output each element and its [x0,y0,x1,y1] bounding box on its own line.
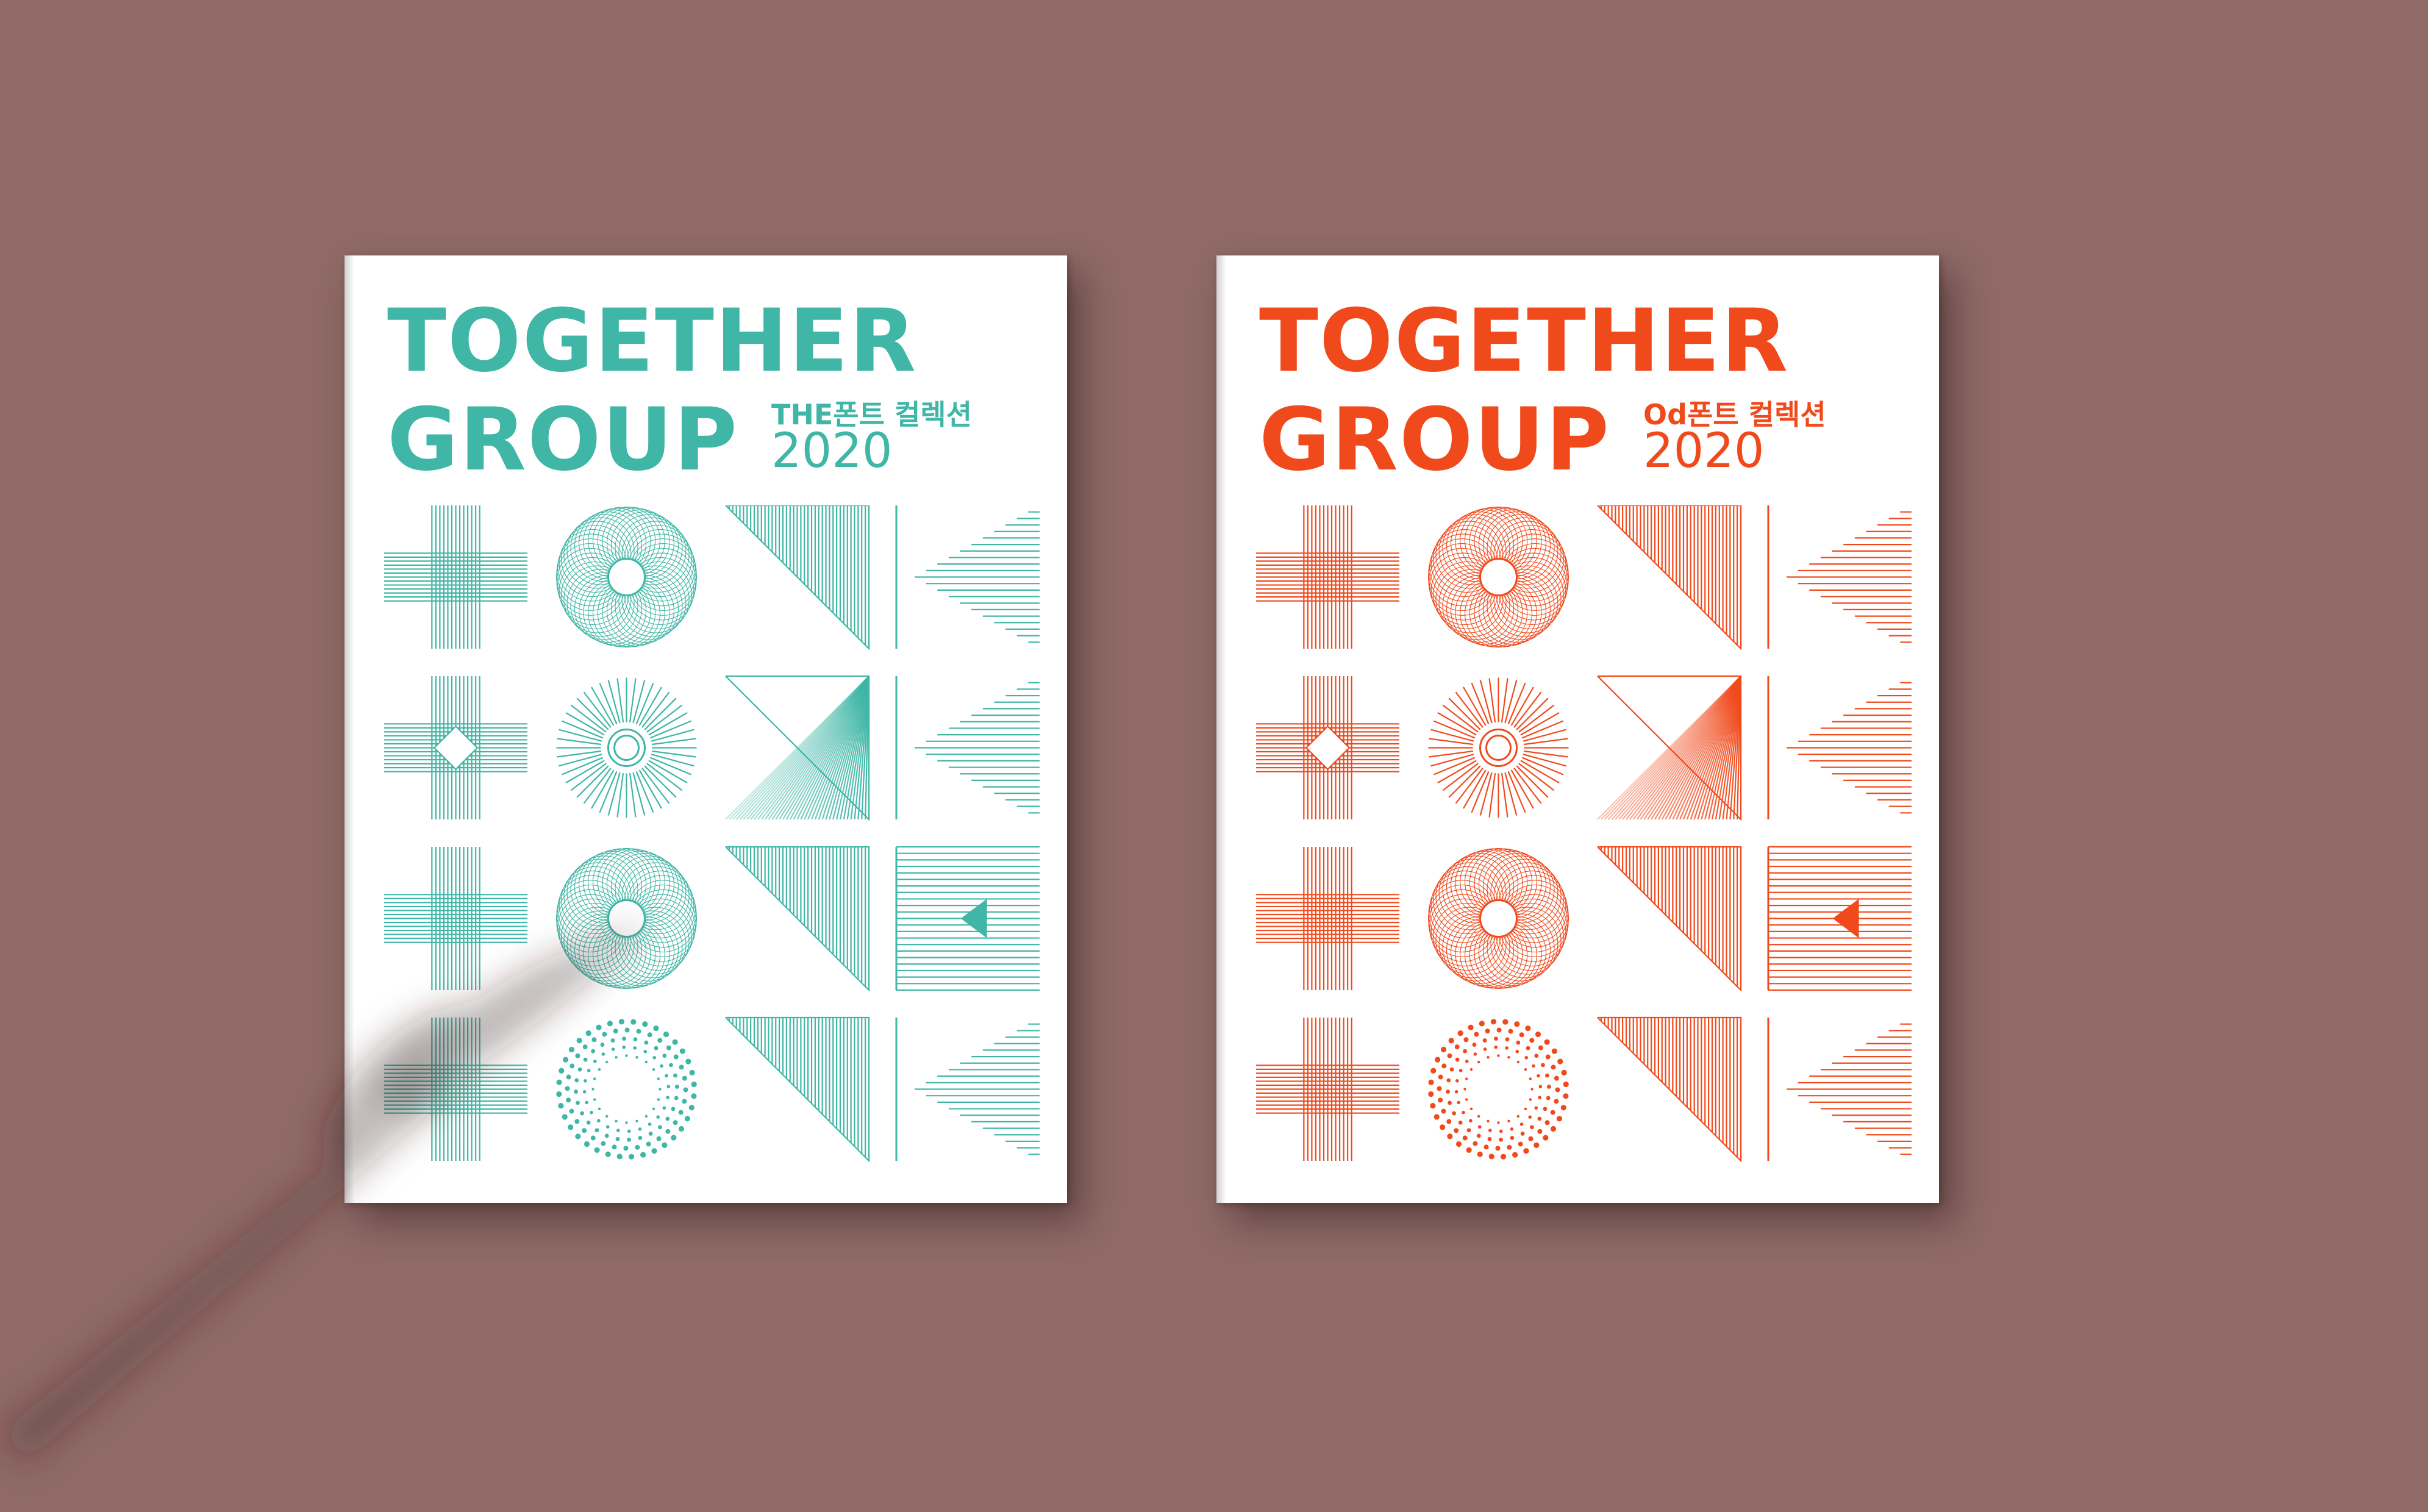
cover-year: 2020 [771,424,893,479]
book-cover-teal: TOGETHER GROUP THE폰트 컬렉션 2020 [345,255,1067,1203]
cover-title-line1: TOGETHER [387,291,918,391]
circle-glyph [1427,847,1569,990]
cover-artwork-grid [1256,505,1912,1163]
cover-title-line2: GROUP [1259,390,1610,490]
cover-artwork-grid [384,505,1040,1163]
k-glyph [1767,1018,1912,1161]
triangle-glyph [1597,505,1742,651]
k-glyph [895,676,1040,819]
triangle-glyph [1597,846,1742,992]
k-glyph [1767,846,1912,991]
circle-glyph [556,677,697,818]
cover-year: 2020 [1643,424,1765,479]
plus-glyph [384,676,527,819]
cover-title-line2: GROUP [387,390,738,490]
circle-glyph [1428,1019,1569,1160]
circle-glyph [555,506,698,648]
triangle-glyph [725,846,870,992]
book-cover-orange: TOGETHER GROUP Od폰트 컬렉션 2020 [1216,255,1939,1203]
plus-glyph [1256,505,1399,649]
plus-glyph [384,505,527,649]
triangle-glyph [725,675,870,821]
plus-glyph [1256,1018,1399,1161]
triangle-glyph [1597,675,1742,821]
plus-glyph [384,1018,527,1161]
plus-glyph [1256,847,1399,990]
circle-glyph [555,847,698,990]
triangle-glyph [725,1016,870,1163]
k-glyph [895,1018,1040,1161]
circle-glyph [1428,677,1569,818]
k-glyph [1767,676,1912,819]
plus-glyph [1256,676,1399,819]
k-glyph [895,846,1040,991]
cover-title-line1: TOGETHER [1259,291,1790,391]
triangle-glyph [1597,1016,1742,1163]
plus-glyph [384,847,527,990]
circle-glyph [556,1019,697,1160]
triangle-glyph [725,505,870,651]
k-glyph [1767,505,1912,649]
circle-glyph [1427,506,1569,648]
k-glyph [895,505,1040,649]
